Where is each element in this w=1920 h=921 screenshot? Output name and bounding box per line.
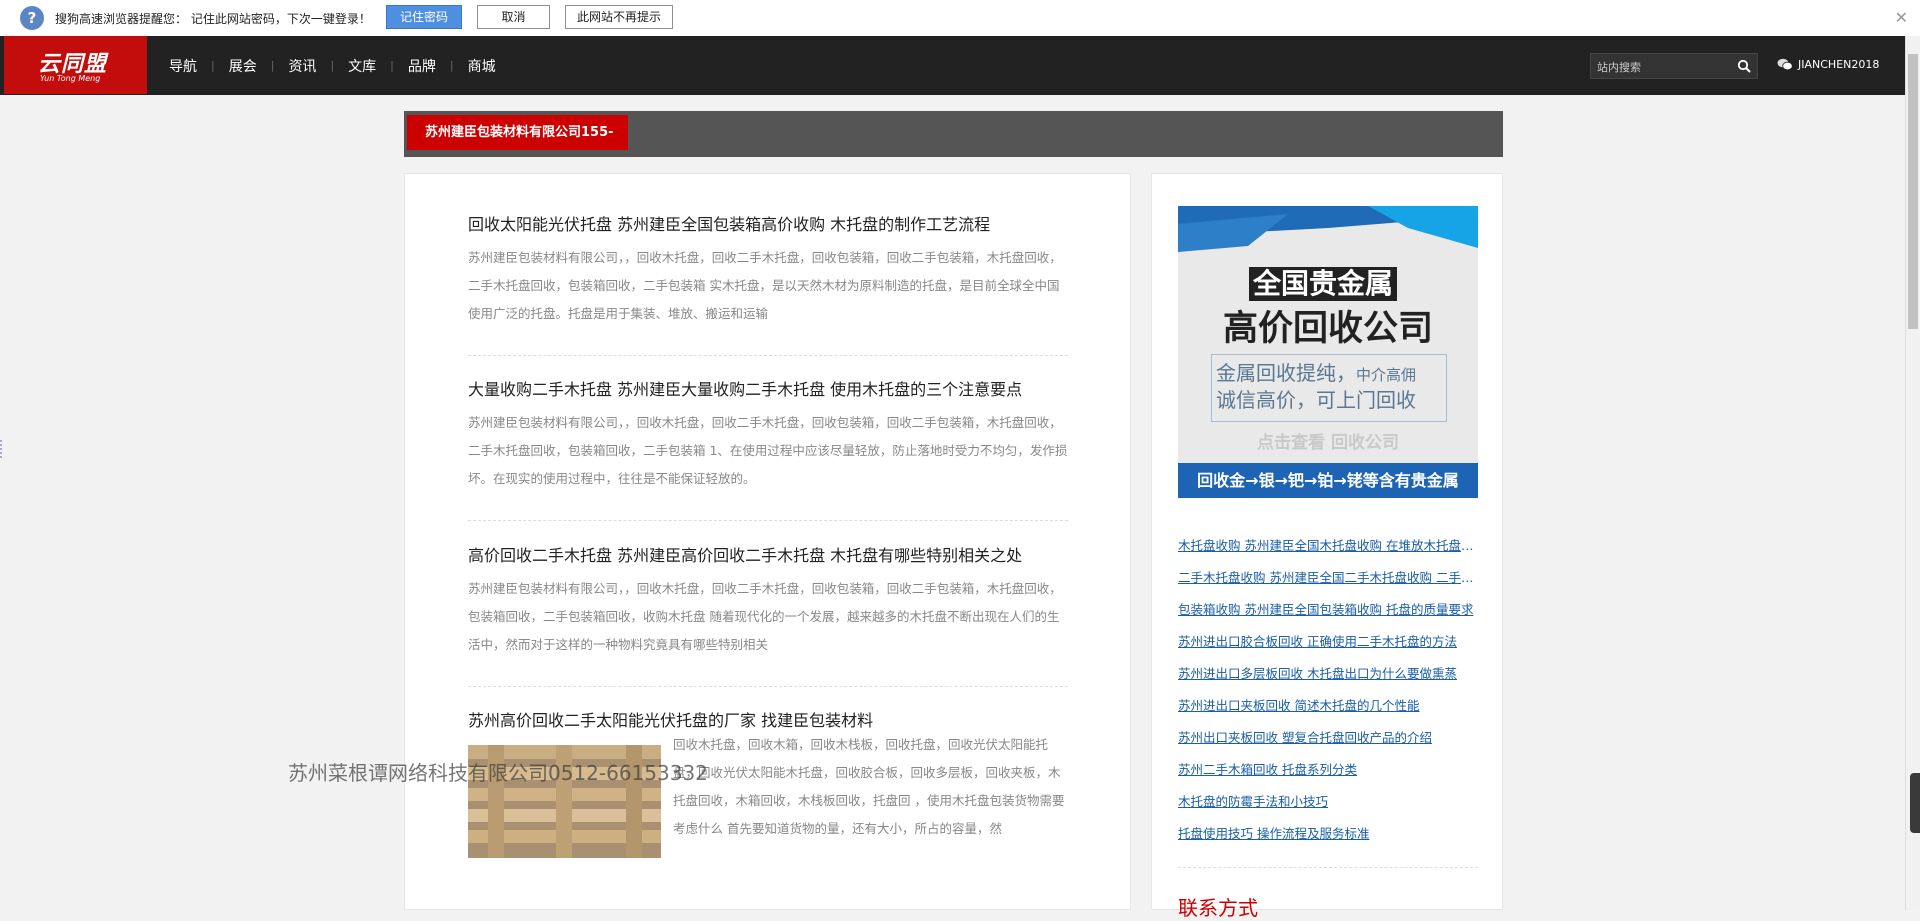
list-item: 大量收购二手木托盘 苏州建臣大量收购二手木托盘 使用木托盘的三个注意要点 苏州建…: [468, 376, 1068, 521]
menu-item-library[interactable]: 文库: [334, 56, 390, 76]
list-item: 苏州高价回收二手太阳能光伏托盘的厂家 找建臣包装材料 回收木托盘，回收木箱，回收…: [468, 707, 1068, 907]
site-logo[interactable]: 云同盟 Yun Tong Meng: [4, 36, 147, 94]
remember-password-button[interactable]: 记住密码: [386, 5, 462, 29]
password-bar-message: 搜狗高速浏览器提醒您： 记住此网站密码，下次一键登录！: [55, 12, 371, 26]
cancel-button[interactable]: 取消: [477, 5, 550, 29]
wechat-icon: [1777, 58, 1793, 71]
left-edge-marker: [0, 440, 6, 458]
article-list: 回收太阳能光伏托盘 苏州建臣全国包装箱高价收购 木托盘的制作工艺流程 苏州建臣包…: [404, 173, 1131, 910]
ad-line-purity-text: 金属回收提纯，: [1216, 361, 1356, 385]
sidebar: 全国贵金属 高价回收公司 金属回收提纯，中介高佣 诚信高价，可上门回收 点击查看…: [1151, 173, 1503, 920]
related-link[interactable]: 苏州二手木箱回收 托盘系列分类: [1178, 759, 1480, 791]
search-icon[interactable]: [1737, 59, 1751, 73]
menu-item-nav[interactable]: 导航: [155, 56, 211, 76]
side-float-tab[interactable]: [1910, 773, 1920, 833]
search-input[interactable]: [1595, 57, 1737, 77]
ad-header-graphic: [1178, 206, 1478, 264]
related-link[interactable]: 苏州进出口夹板回收 简述木托盘的几个性能: [1178, 695, 1480, 727]
article-title[interactable]: 高价回收二手木托盘 苏州建臣高价回收二手木托盘 木托盘有哪些特别相关之处: [468, 542, 1068, 566]
ad-bottom-bar: 回收金→银→钯→铂→铑等含有贵金属: [1178, 463, 1478, 498]
related-link[interactable]: 托盘使用技巧 操作流程及服务标准: [1178, 823, 1480, 855]
password-save-bar: ? 搜狗高速浏览器提醒您： 记住此网站密码，下次一键登录！ 记住密码 取消 此网…: [0, 0, 1920, 37]
article-excerpt: 苏州建臣包装材料有限公司，，回收木托盘，回收二手木托盘，回收包装箱，回收二手包装…: [468, 250, 1062, 321]
related-link[interactable]: 苏州出口夹板回收 塑复合托盘回收产品的介绍: [1178, 727, 1480, 759]
ad-click-text: 点击查看 回收公司: [1257, 433, 1399, 453]
divider: [468, 355, 1068, 356]
article-excerpt: 苏州建臣包装材料有限公司，，回收木托盘，回收二手木托盘，回收包装箱，回收二手包装…: [468, 415, 1068, 486]
divider: [468, 686, 1068, 687]
menu-item-news[interactable]: 资讯: [274, 56, 330, 76]
ad-line-commission: 中介高佣: [1356, 366, 1417, 384]
top-navigation: 云同盟 Yun Tong Meng 导航 | 展会 | 资讯 | 文库 | 品牌 | 商城…: [0, 36, 1905, 95]
menu-item-mall[interactable]: 商城: [454, 56, 510, 76]
company-watermark: 苏州菜根谭网络科技有限公司0512-66153332: [288, 761, 708, 785]
ad-line-purity: 金属回收提纯，中介高佣: [1216, 357, 1416, 386]
advertisement-banner[interactable]: 全国贵金属 高价回收公司 金属回收提纯，中介高佣 诚信高价，可上门回收 点击查看…: [1178, 206, 1478, 498]
article-title[interactable]: 大量收购二手木托盘 苏州建臣大量收购二手木托盘 使用木托盘的三个注意要点: [468, 376, 1068, 400]
article-excerpt: 回收木托盘，回收木箱，回收木栈板，回收托盘，回收光伏太阳能托盘，回收光伏太阳能木…: [673, 737, 1065, 836]
related-link[interactable]: 苏州进出口多层板回收 木托盘出口为什么要做熏蒸: [1178, 663, 1480, 695]
scrollbar-thumb[interactable]: [1908, 54, 1918, 329]
list-item: 高价回收二手木托盘 苏州建臣高价回收二手木托盘 木托盘有哪些特别相关之处 苏州建…: [468, 542, 1068, 687]
divider: [468, 520, 1068, 521]
info-icon: ?: [20, 6, 44, 30]
never-remind-button[interactable]: 此网站不再提示: [565, 5, 673, 29]
username: JIANCHEN2018: [1798, 58, 1880, 71]
related-link[interactable]: 二手木托盘收购 苏州建臣全国二手木托盘收购 二手木托盘: [1178, 567, 1480, 599]
main-menu: 导航 | 展会 | 资讯 | 文库 | 品牌 | 商城: [155, 36, 510, 95]
related-link[interactable]: 木托盘的防霉手法和小技巧: [1178, 791, 1480, 823]
close-icon[interactable]: ✕: [1895, 8, 1908, 27]
article-title[interactable]: 苏州高价回收二手太阳能光伏托盘的厂家 找建臣包装材料: [468, 707, 1068, 731]
company-banner: 苏州建臣包装材料有限公司155-: [404, 111, 1503, 157]
list-item: 回收太阳能光伏托盘 苏州建臣全国包装箱高价收购 木托盘的制作工艺流程 苏州建臣包…: [468, 211, 1068, 356]
divider: [1178, 867, 1478, 868]
related-links: 木托盘收购 苏州建臣全国木托盘收购 在堆放木托盘时应注意哪些 二手木托盘收购 苏…: [1178, 535, 1480, 855]
menu-item-expo[interactable]: 展会: [215, 56, 271, 76]
ad-headline: 全国贵金属: [1249, 267, 1398, 301]
contact-heading: 联系方式: [1178, 896, 1258, 920]
article-excerpt: 苏州建臣包装材料有限公司，，回收木托盘，回收二手木托盘，回收包装箱，回收二手包装…: [468, 581, 1062, 652]
company-name[interactable]: 苏州建臣包装材料有限公司155-: [407, 115, 628, 150]
related-link[interactable]: 木托盘收购 苏州建臣全国木托盘收购 在堆放木托盘时应注意哪些: [1178, 535, 1480, 567]
related-link[interactable]: 包装箱收购 苏州建臣全国包装箱收购 托盘的质量要求: [1178, 599, 1480, 631]
user-account[interactable]: JIANCHEN2018: [1777, 58, 1879, 71]
ad-title: 高价回收公司: [1222, 309, 1433, 349]
menu-item-brand[interactable]: 品牌: [394, 56, 450, 76]
article-title[interactable]: 回收太阳能光伏托盘 苏州建臣全国包装箱高价收购 木托盘的制作工艺流程: [468, 211, 1068, 235]
logo-subtext: Yun Tong Meng: [40, 74, 101, 83]
ad-line-onsite: 诚信高价，可上门回收: [1216, 388, 1416, 412]
site-search: [1590, 53, 1758, 79]
related-link[interactable]: 苏州进出口胶合板回收 正确使用二手木托盘的方法: [1178, 631, 1480, 663]
